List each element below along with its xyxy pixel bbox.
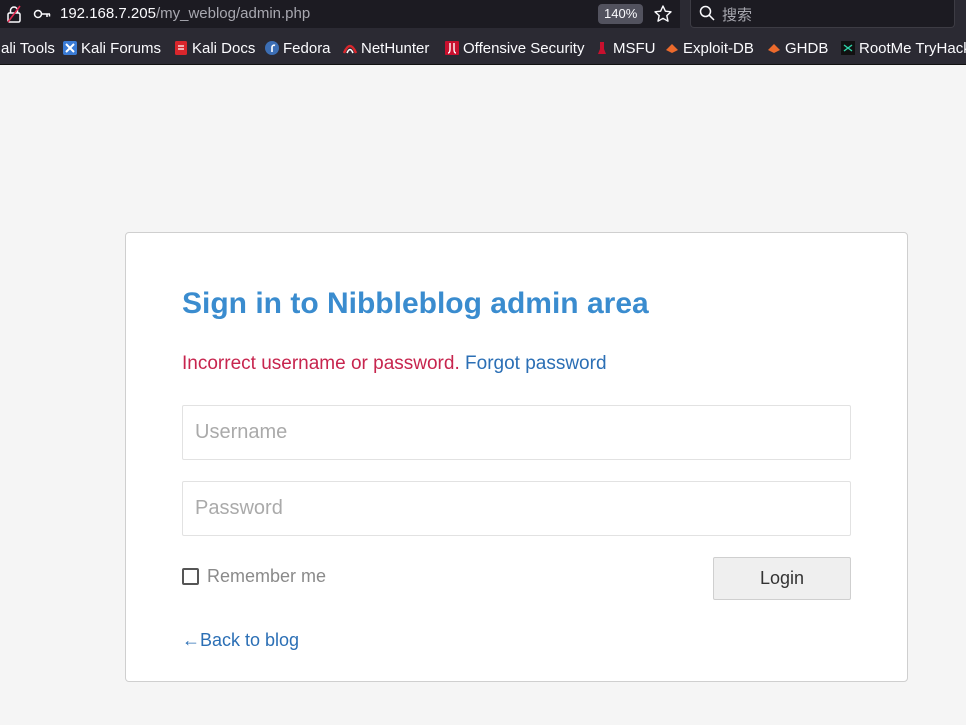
back-to-blog-link[interactable]: ←Back to blog — [182, 630, 299, 651]
kali-docs-icon — [175, 41, 187, 55]
forgot-password-link[interactable]: Forgot password — [465, 353, 607, 374]
bookmark-kali-tools[interactable]: ali Tools — [1, 39, 55, 57]
bookmark-label: ali Tools — [1, 39, 55, 57]
offsec-icon — [445, 41, 459, 55]
bookmark-label: RootMe TryHack — [859, 39, 966, 57]
remember-me-label: Remember me — [207, 566, 327, 586]
bookmarks-toolbar: ali Tools Kali Forums Kali Docs Fedora N… — [0, 30, 966, 65]
bookmark-label: Exploit-DB — [683, 39, 754, 57]
kali-forums-icon — [63, 41, 77, 55]
address-bar[interactable]: 192.168.7.205/my_weblog/admin.php 140% — [0, 0, 680, 28]
bookmark-label: NetHunter — [361, 39, 430, 57]
password-input[interactable] — [182, 481, 851, 536]
rootme-icon — [841, 41, 855, 55]
username-input[interactable] — [182, 405, 851, 460]
url-path: /my_weblog/admin.php — [155, 5, 311, 22]
ghdb-icon — [768, 44, 780, 53]
search-bar[interactable]: 搜索 — [690, 0, 955, 28]
error-text: Incorrect username or password. — [182, 353, 460, 374]
remember-me[interactable]: Remember me — [182, 566, 326, 587]
bookmark-star-icon[interactable] — [653, 4, 673, 24]
login-button[interactable]: Login — [713, 557, 851, 600]
bookmark-label: Fedora — [283, 39, 331, 57]
zoom-badge[interactable]: 140% — [598, 4, 644, 24]
page-title: Sign in to Nibbleblog admin area — [182, 287, 649, 320]
bookmark-label: Kali Docs — [192, 39, 256, 57]
bookmark-fedora[interactable]: Fedora — [265, 39, 331, 57]
bookmark-ghdb[interactable]: GHDB — [767, 39, 828, 57]
bookmark-offensive-security[interactable]: Offensive Security — [445, 39, 584, 57]
exploit-db-icon — [666, 44, 678, 53]
remember-me-checkbox[interactable] — [182, 568, 199, 585]
bookmark-kali-forums[interactable]: Kali Forums — [63, 39, 161, 57]
bookmark-kali-docs[interactable]: Kali Docs — [174, 39, 255, 57]
msfu-icon — [598, 42, 606, 54]
bookmark-label: Kali Forums — [81, 39, 162, 57]
key-icon[interactable] — [33, 7, 51, 21]
bookmark-label: MSFU — [613, 39, 656, 57]
lock-icon[interactable] — [6, 5, 22, 23]
url-text[interactable]: 192.168.7.205/my_weblog/admin.php — [60, 5, 310, 22]
login-error-message: Incorrect username or password. Forgot p… — [182, 353, 607, 375]
login-card: Sign in to Nibbleblog admin area Incorre… — [125, 232, 908, 682]
browser-toolbar: 192.168.7.205/my_weblog/admin.php 140% 搜… — [0, 0, 966, 30]
search-icon — [699, 5, 715, 21]
bookmark-label: Offensive Security — [463, 39, 585, 57]
nethunter-icon — [343, 44, 357, 54]
search-placeholder: 搜索 — [722, 7, 753, 24]
bookmark-nethunter[interactable]: NetHunter — [343, 39, 429, 57]
bookmark-msfu[interactable]: MSFU — [595, 39, 656, 57]
url-host: 192.168.7.205 — [60, 5, 156, 22]
bookmark-label: GHDB — [785, 39, 829, 57]
bookmark-exploit-db[interactable]: Exploit-DB — [665, 39, 754, 57]
fedora-icon — [265, 41, 279, 55]
bookmark-rootme-tryhack[interactable]: RootMe TryHack — [841, 39, 966, 57]
